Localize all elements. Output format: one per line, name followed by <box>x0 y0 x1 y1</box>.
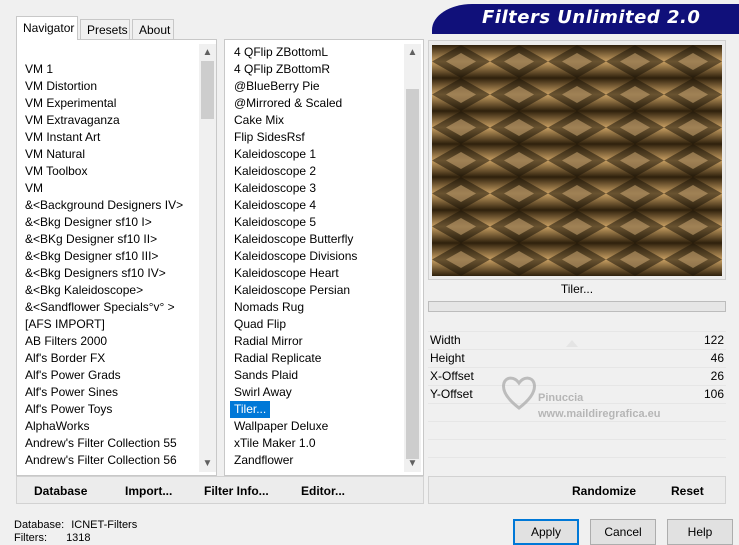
filter-info-button[interactable]: Filter Info... <box>204 484 269 498</box>
scroll-up-arrow-icon[interactable]: ▲ <box>199 44 216 61</box>
slider-marker-icon <box>566 340 578 347</box>
filter-item[interactable]: Quad Flip <box>230 316 404 333</box>
category-item[interactable]: &<Bkg Designer sf10 III> <box>21 248 199 265</box>
category-scrollbar[interactable]: ▲ ▼ <box>199 44 216 472</box>
category-item[interactable]: VM <box>21 180 199 197</box>
category-item[interactable]: Alf's Power Toys <box>21 401 199 418</box>
tab-navigator[interactable]: Navigator <box>16 16 78 40</box>
status-filters: Filters: 1318 <box>14 532 91 544</box>
filter-item[interactable]: Sands Plaid <box>230 367 404 384</box>
right-button-bar: Randomize Reset <box>428 476 726 504</box>
category-item[interactable]: VM Natural <box>21 146 199 163</box>
filter-item[interactable]: Kaleidoscope 4 <box>230 197 404 214</box>
status-database: Database: ICNET-Filters <box>14 519 138 531</box>
preview-image <box>432 45 722 276</box>
randomize-button[interactable]: Randomize <box>572 484 636 498</box>
tab-presets[interactable]: Presets <box>80 19 130 39</box>
category-item[interactable]: &<BKg Designer sf10 II> <box>21 231 199 248</box>
category-item[interactable]: VM Experimental <box>21 95 199 112</box>
help-button[interactable]: Help <box>667 519 733 545</box>
category-item[interactable]: Alf's Power Grads <box>21 367 199 384</box>
category-item[interactable]: VM Toolbox <box>21 163 199 180</box>
filter-item[interactable]: Kaleidoscope Butterfly <box>230 231 404 248</box>
filter-item-selected[interactable]: Tiler... <box>230 401 271 418</box>
category-item[interactable]: Alf's Border FX <box>21 350 199 367</box>
database-button[interactable]: Database <box>34 484 87 498</box>
heart-logo-icon <box>502 376 536 410</box>
category-item[interactable]: VM 1 <box>21 61 199 78</box>
filter-item[interactable]: 4 QFlip ZBottomL <box>230 44 404 61</box>
category-item[interactable]: AlphaWorks <box>21 418 199 435</box>
category-item[interactable]: VM Extravaganza <box>21 112 199 129</box>
import-button[interactable]: Import... <box>125 484 172 498</box>
filter-item[interactable]: Flip SidesRsf <box>230 129 404 146</box>
filter-item[interactable]: Kaleidoscope 5 <box>230 214 404 231</box>
filter-item[interactable]: Kaleidoscope 1 <box>230 146 404 163</box>
category-item[interactable]: &<Bkg Designers sf10 IV> <box>21 265 199 282</box>
category-item[interactable]: &<Bkg Kaleidoscope> <box>21 282 199 299</box>
category-item[interactable]: VM Instant Art <box>21 129 199 146</box>
category-item[interactable]: Andrew's Filter Collection 56 <box>21 452 199 469</box>
filter-scrollbar[interactable]: ▲ ▼ <box>404 44 421 472</box>
filter-item[interactable]: @Mirrored & Scaled <box>230 95 404 112</box>
filter-item[interactable]: Zandflower <box>230 452 404 469</box>
category-item[interactable]: Andrew's Filter Collection 55 <box>21 435 199 452</box>
watermark-name: Pinuccia <box>538 392 584 404</box>
editor-button[interactable]: Editor... <box>301 484 345 498</box>
filter-item[interactable]: Radial Replicate <box>230 350 404 367</box>
scroll-down-arrow-icon[interactable]: ▼ <box>199 455 216 472</box>
filter-item[interactable]: Kaleidoscope Heart <box>230 265 404 282</box>
category-list[interactable]: VM 1 VM Distortion VM Experimental VM Extra… <box>21 61 199 471</box>
category-item[interactable]: &<Bkg Designer sf10 I> <box>21 214 199 231</box>
filter-item[interactable]: Kaleidoscope Divisions <box>230 248 404 265</box>
filter-item[interactable]: Kaleidoscope 3 <box>230 180 404 197</box>
filter-item[interactable]: xTile Maker 1.0 <box>230 435 404 452</box>
filter-item[interactable]: Cake Mix <box>230 112 404 129</box>
category-item[interactable]: Alf's Power Sines <box>21 384 199 401</box>
category-item[interactable]: &<Background Designers IV> <box>21 197 199 214</box>
param-width[interactable]: Width 122 <box>430 331 726 349</box>
left-button-bar: Database Import... Filter Info... Editor… <box>16 476 424 504</box>
watermark: Pinuccia www.maildiregrafica.eu <box>500 372 710 424</box>
progress-bar <box>428 301 726 312</box>
filter-item[interactable]: Nomads Rug <box>230 299 404 316</box>
category-item[interactable]: VM Distortion <box>21 78 199 95</box>
apply-button[interactable]: Apply <box>513 519 579 545</box>
app-header-banner: Filters Unlimited 2.0 <box>432 4 739 34</box>
reset-button[interactable]: Reset <box>671 484 704 498</box>
category-scroll-thumb[interactable] <box>201 61 214 119</box>
cancel-button[interactable]: Cancel <box>590 519 656 545</box>
watermark-url: www.maildiregrafica.eu <box>538 408 661 420</box>
category-item[interactable]: [AFS IMPORT] <box>21 316 199 333</box>
filter-item[interactable]: 4 QFlip ZBottomR <box>230 61 404 78</box>
category-item[interactable]: AB Filters 2000 <box>21 333 199 350</box>
filter-item[interactable]: Radial Mirror <box>230 333 404 350</box>
filter-item[interactable]: Kaleidoscope Persian <box>230 282 404 299</box>
preview-caption: Tiler... <box>560 282 594 296</box>
scroll-up-arrow-icon[interactable]: ▲ <box>404 44 421 61</box>
filter-item[interactable]: Swirl Away <box>230 384 404 401</box>
filter-item[interactable]: Kaleidoscope 2 <box>230 163 404 180</box>
filter-scroll-thumb[interactable] <box>406 89 419 459</box>
app-title: Filters Unlimited 2.0 <box>482 7 701 28</box>
category-item[interactable]: &<Sandflower Specials°v° > <box>21 299 199 316</box>
filter-item[interactable]: Wallpaper Deluxe <box>230 418 404 435</box>
tab-about[interactable]: About <box>132 19 174 39</box>
filter-list[interactable]: 4 QFlip ZBottomL 4 QFlip ZBottomR @BlueBer… <box>230 44 404 469</box>
filter-item[interactable]: @BlueBerry Pie <box>230 78 404 95</box>
scroll-down-arrow-icon[interactable]: ▼ <box>404 455 421 472</box>
param-height[interactable]: Height 46 <box>430 349 726 367</box>
